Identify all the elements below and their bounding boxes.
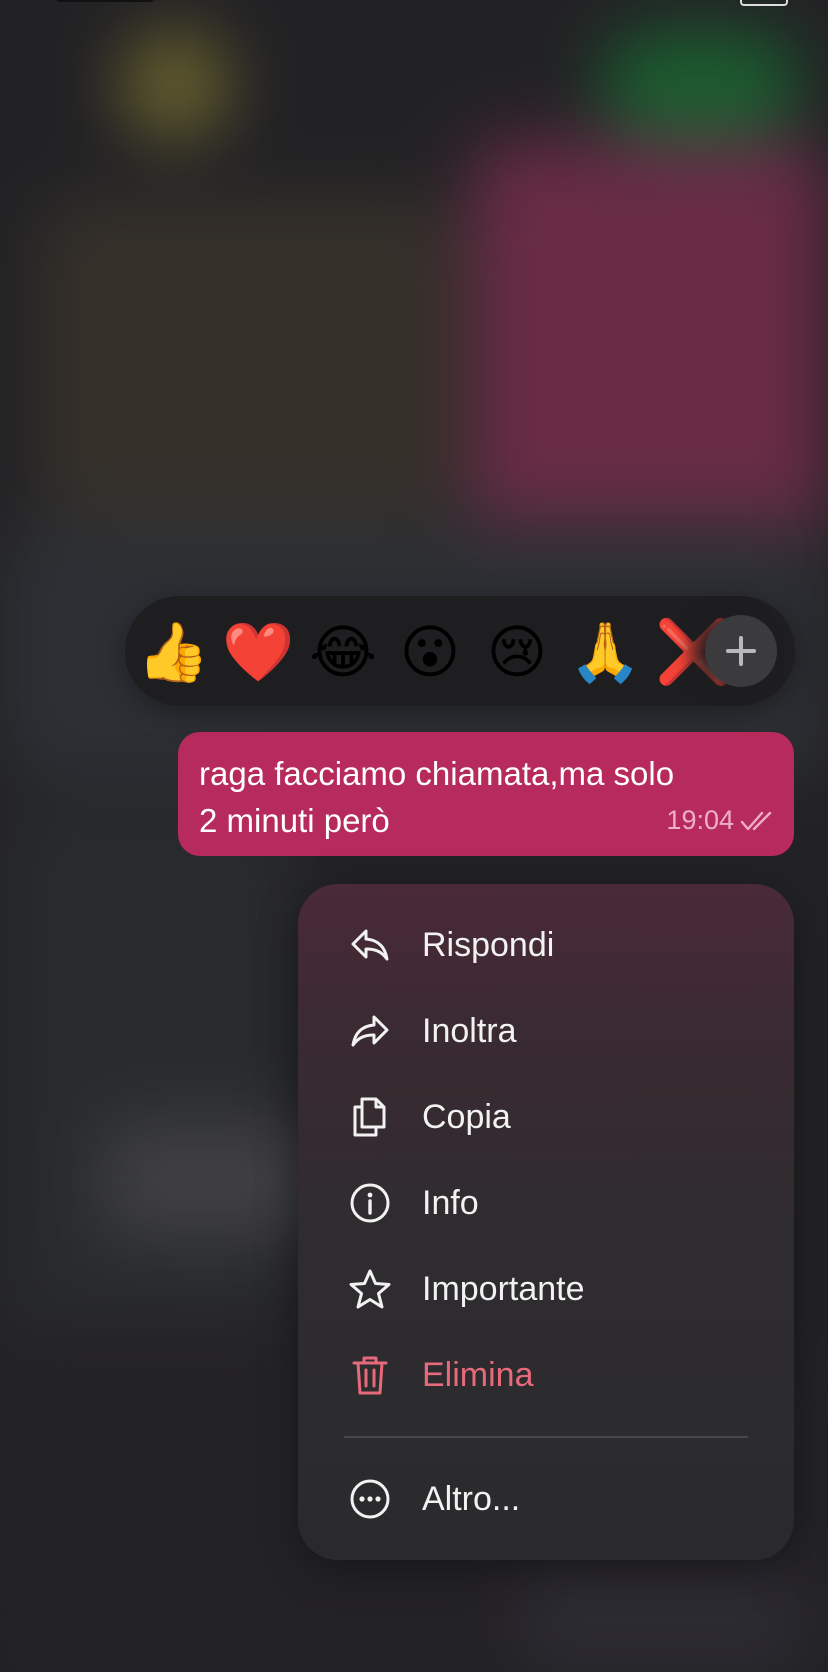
trash-icon	[348, 1353, 392, 1397]
battery-icon	[740, 0, 788, 6]
reply-icon	[348, 923, 392, 967]
more-icon	[348, 1477, 392, 1521]
menu-item-star[interactable]: Importante	[298, 1254, 794, 1324]
add-reaction-button[interactable]	[705, 615, 777, 687]
forward-icon	[348, 1009, 392, 1053]
menu-item-label: Inoltra	[422, 1011, 517, 1050]
menu-item-info[interactable]: Info	[298, 1168, 794, 1238]
plus-icon	[726, 636, 756, 666]
menu-item-forward[interactable]: Inoltra	[298, 996, 794, 1066]
menu-item-label: Rispondi	[422, 925, 555, 964]
info-icon	[348, 1181, 392, 1225]
menu-item-delete[interactable]: Elimina	[298, 1340, 794, 1410]
menu-item-label: Importante	[422, 1269, 585, 1308]
menu-divider	[344, 1436, 748, 1438]
menu-item-copy[interactable]: Copia	[298, 1082, 794, 1152]
reaction-crying-face[interactable]: 😢	[482, 618, 552, 688]
menu-item-more[interactable]: Altro...	[298, 1464, 794, 1534]
menu-item-label: Info	[422, 1183, 479, 1222]
reaction-thumbs-up[interactable]: 👍	[137, 618, 209, 688]
star-icon	[348, 1267, 392, 1311]
message-meta: 19:04	[666, 797, 776, 844]
reaction-red-heart[interactable]: ❤️	[222, 618, 294, 688]
message-context-menu: Rispondi Inoltra Copia Info Importante E…	[298, 884, 794, 1560]
menu-item-label: Elimina	[422, 1355, 534, 1394]
reactions-bar: 👍 ❤️ 😂 😮 😢 🙏 ❌	[125, 596, 795, 706]
menu-item-label: Altro...	[422, 1479, 521, 1518]
copy-icon	[348, 1095, 392, 1139]
message-bubble[interactable]: raga facciamo chiamata,ma solo 2 minuti …	[178, 732, 794, 856]
menu-item-reply[interactable]: Rispondi	[298, 910, 794, 980]
message-time: 19:04	[666, 805, 734, 835]
reaction-face-open-mouth[interactable]: 😮	[395, 618, 465, 688]
reaction-folded-hands[interactable]: 🙏	[569, 618, 641, 688]
menu-item-label: Copia	[422, 1097, 511, 1136]
double-check-icon	[740, 811, 772, 830]
status-bar-left	[55, 0, 155, 2]
reaction-tears-of-joy[interactable]: 😂	[308, 618, 378, 688]
